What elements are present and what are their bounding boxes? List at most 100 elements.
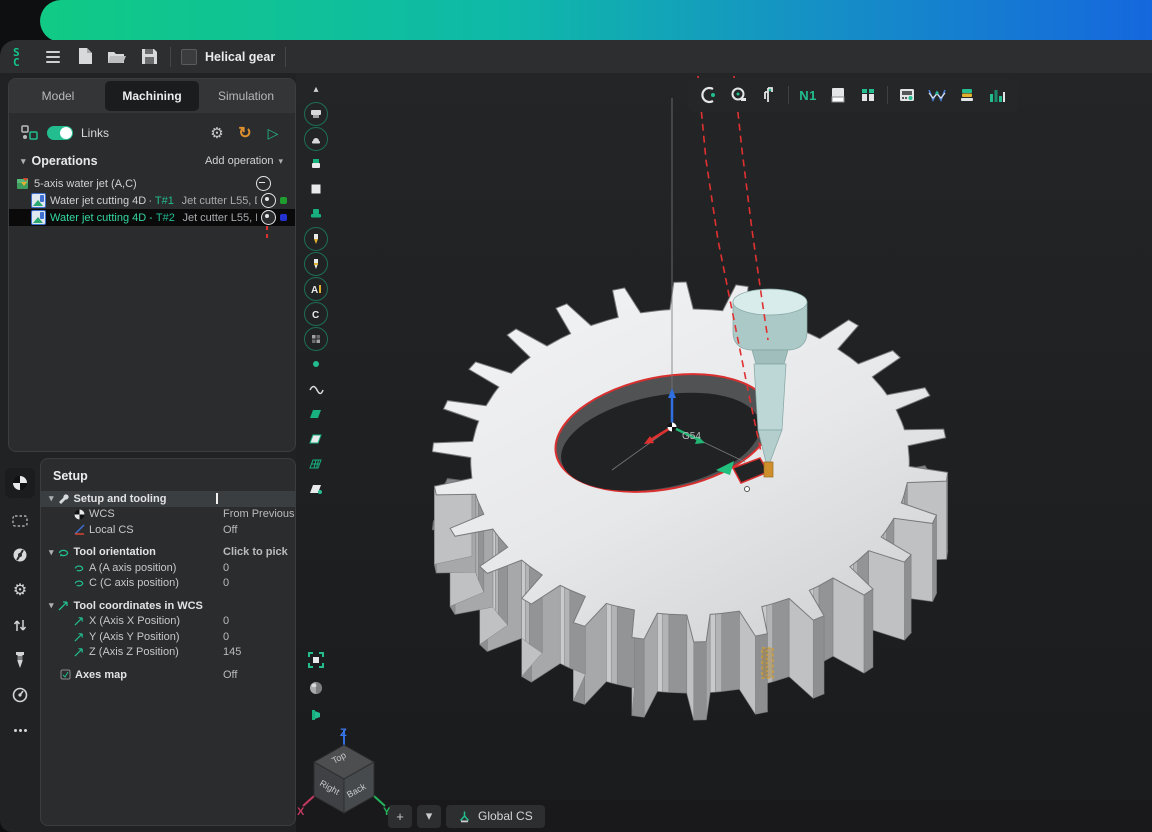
mode-tabs: Model Machining Simulation: [9, 79, 295, 113]
surface-plain-icon[interactable]: [303, 428, 329, 450]
setup-row-axes-map[interactable]: Axes mapOff: [41, 667, 295, 683]
tab-machining[interactable]: Machining: [105, 81, 199, 111]
screen: G54: [0, 0, 1152, 832]
row-collapse-icon: ▾: [49, 493, 54, 504]
stock-visibility-icon[interactable]: [303, 178, 329, 200]
links-toggle[interactable]: [47, 126, 73, 140]
orbit-icon[interactable]: [308, 680, 324, 701]
measure-tape-icon[interactable]: [726, 82, 752, 108]
view-cube[interactable]: Z X Y Top Right Back: [296, 722, 396, 822]
links-graph-icon[interactable]: [21, 125, 39, 141]
setup-row-a-axis[interactable]: A (A axis position)0: [41, 560, 295, 576]
document-title-chip: Helical gear: [181, 49, 275, 65]
toolbar-collapse-icon[interactable]: ▴: [303, 78, 329, 100]
operation-row-2[interactable]: Water jet cutting 4D - i... T#2 Jet cutt…: [9, 209, 295, 226]
save-icon[interactable]: [138, 46, 160, 68]
section-parameters-icon[interactable]: ⚙: [5, 577, 35, 603]
section-workpiece-icon[interactable]: [5, 507, 35, 533]
setup-row-wcs[interactable]: WCSFrom Previous: [41, 507, 295, 523]
surface-point-icon[interactable]: [303, 478, 329, 500]
layers-stack-icon[interactable]: [954, 82, 980, 108]
setup-row-local-cs[interactable]: Local CSOff: [41, 522, 295, 538]
surface-shaded-icon[interactable]: [303, 403, 329, 425]
cs-dropdown-button[interactable]: ▾: [417, 805, 441, 828]
setup-title: Setup: [41, 459, 295, 491]
statistics-bars-icon[interactable]: [984, 82, 1010, 108]
tool-holder-visibility-icon[interactable]: [303, 253, 329, 275]
setup-panel: Setup ▾ Setup and tooling WCSFrom Previo…: [40, 458, 296, 826]
waveform-graph-icon[interactable]: [924, 82, 950, 108]
run-simulation-icon[interactable]: ▷: [263, 123, 283, 143]
axis-arrow-icon: [73, 646, 85, 658]
head-visibility-icon[interactable]: [303, 128, 329, 150]
new-file-icon[interactable]: [74, 46, 96, 68]
operation-label: Water jet cutting 4D - ...: [50, 195, 151, 207]
section-transitions-icon[interactable]: [5, 612, 35, 638]
svg-text:C: C: [13, 56, 20, 68]
edit-cursor: [216, 493, 218, 504]
part-visibility-icon[interactable]: [303, 153, 329, 175]
axis-arrow-icon: [73, 631, 85, 643]
global-cs-button[interactable]: Global CS: [446, 805, 545, 828]
row-collapse-icon: ▾: [49, 600, 54, 611]
operation-group-row[interactable]: 5-axis water jet (A,C): [9, 175, 295, 192]
svg-text:A: A: [311, 285, 318, 296]
tool-assembly-icon[interactable]: [855, 82, 881, 108]
control-panel-icon[interactable]: [894, 82, 920, 108]
cube-axis-x: X: [297, 806, 305, 818]
point-display-icon[interactable]: [303, 353, 329, 375]
setup-row-y[interactable]: Y (Axis Y Position)0: [41, 629, 295, 645]
setup-row-tool-coordinates[interactable]: ▾ Tool coordinates in WCS: [41, 598, 295, 614]
setup-row-z[interactable]: Z (Axis Z Position)145: [41, 645, 295, 661]
operations-collapse-icon[interactable]: ▾: [21, 156, 26, 167]
document-title: Helical gear: [205, 50, 275, 64]
c-axis-icon[interactable]: C: [303, 303, 329, 325]
document-view-icon[interactable]: [825, 82, 851, 108]
group-label: 5-axis water jet (A,C): [34, 178, 137, 190]
operations-settings-icon[interactable]: ⚙: [207, 123, 227, 143]
zoom-fit-icon[interactable]: [308, 652, 324, 673]
tab-model[interactable]: Model: [11, 81, 105, 111]
cube-axis-y: Y: [383, 806, 391, 818]
setup-row-setup-and-tooling[interactable]: ▾ Setup and tooling: [41, 491, 295, 507]
tab-simulation[interactable]: Simulation: [199, 81, 293, 111]
section-feeds-icon[interactable]: [5, 682, 35, 708]
tool-visibility-icon[interactable]: [303, 228, 329, 250]
section-more-icon[interactable]: [5, 717, 35, 743]
curve-display-icon[interactable]: [303, 378, 329, 400]
tool-description: Jet cutter L55, D: [182, 195, 257, 207]
tool-number: T#2: [156, 212, 179, 224]
operation-target-icon[interactable]: [261, 193, 276, 208]
menu-icon[interactable]: [42, 46, 64, 68]
section-tool-icon[interactable]: [5, 647, 35, 673]
group-suppress-icon[interactable]: [256, 176, 271, 191]
mesh-visibility-icon[interactable]: [303, 328, 329, 350]
measure-arc-icon[interactable]: [696, 82, 722, 108]
a-axis-icon[interactable]: A: [303, 278, 329, 300]
surface-wireframe-icon[interactable]: [303, 453, 329, 475]
caliper-icon[interactable]: [756, 82, 782, 108]
open-folder-icon[interactable]: [106, 46, 128, 68]
nc-program-icon[interactable]: N1: [795, 82, 821, 108]
operation-row-1[interactable]: Water jet cutting 4D - ... T#1 Jet cutte…: [9, 192, 295, 209]
group-icon: [17, 177, 30, 190]
app-logo-icon[interactable]: S C: [10, 46, 32, 68]
operation-target-icon[interactable]: [261, 210, 276, 225]
viewport-canvas[interactable]: [296, 73, 1152, 832]
recalculate-icon[interactable]: ↻: [235, 123, 255, 143]
toolbar-separator: [887, 86, 888, 104]
titlebar: S C Helical gear: [0, 40, 1152, 73]
cube-axis-z: Z: [340, 727, 347, 739]
setup-row-tool-orientation[interactable]: ▾ Tool orientationClick to pick: [41, 545, 295, 561]
section-wcs-icon[interactable]: [5, 468, 35, 498]
axes-map-icon: [59, 669, 71, 681]
section-strategy-icon[interactable]: [5, 542, 35, 568]
setup-row-c-axis[interactable]: C (C axis position)0: [41, 576, 295, 592]
setup-row-x[interactable]: X (Axis X Position)0: [41, 614, 295, 630]
machine-visibility-icon[interactable]: [303, 103, 329, 125]
wcs-icon: [73, 508, 85, 520]
operations-tree: 5-axis water jet (A,C) Water jet cutting…: [9, 175, 295, 226]
add-operation-button[interactable]: Add operation ▾: [205, 155, 283, 167]
fixture-visibility-icon[interactable]: [303, 203, 329, 225]
operations-panel: Model Machining Simulation Links ⚙ ↻ ▷ ▾: [8, 78, 296, 452]
